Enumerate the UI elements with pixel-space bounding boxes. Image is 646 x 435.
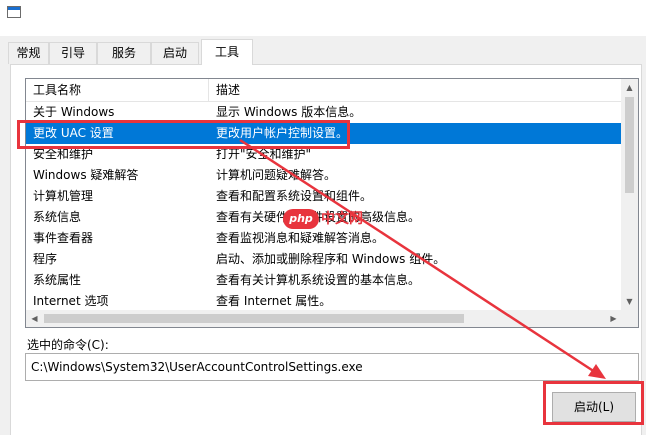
tool-name: 更改 UAC 设置 xyxy=(33,126,114,140)
title-bar xyxy=(0,0,646,36)
list-rows: 关于 Windows 显示 Windows 版本信息。 更改 UAC 设置 更改… xyxy=(26,102,622,312)
tab-tools[interactable]: 工具 xyxy=(201,39,253,65)
watermark-text: 中文网 xyxy=(321,211,363,227)
list-item[interactable]: 事件查看器 查看监视消息和疑难解答消息。 xyxy=(26,228,622,249)
column-header-description[interactable]: 描述 xyxy=(209,79,622,101)
tool-description: 查看监视消息和疑难解答消息。 xyxy=(216,231,385,245)
tab-boot[interactable]: 引导 xyxy=(49,42,97,64)
tool-description: 更改用户帐户控制设置。 xyxy=(216,126,349,140)
list-item[interactable]: 安全和维护 打开"安全和维护" xyxy=(26,144,622,165)
selected-command-field[interactable]: C:\Windows\System32\UserAccountControlSe… xyxy=(25,353,639,381)
tab-startup[interactable]: 启动 xyxy=(151,42,199,64)
tool-name: 关于 Windows xyxy=(33,105,115,119)
scrollbar-corner xyxy=(621,310,638,327)
tool-name: 计算机管理 xyxy=(33,189,94,203)
scroll-right-icon[interactable]: ▶ xyxy=(605,310,622,327)
tool-name: 事件查看器 xyxy=(33,231,94,245)
tool-description: 查看和配置系统设置和组件。 xyxy=(216,189,373,203)
tool-name: 系统属性 xyxy=(33,273,82,287)
tool-name: 系统信息 xyxy=(33,210,82,224)
list-item[interactable]: 系统属性 查看有关计算机系统设置的基本信息。 xyxy=(26,270,622,291)
tool-description: 启动、添加或删除程序和 Windows 组件。 xyxy=(216,252,446,266)
horizontal-scroll-thumb[interactable] xyxy=(44,314,464,323)
tool-description: 查看 Internet 属性。 xyxy=(216,294,332,308)
tool-description: 查看有关硬件和软件设置的高级信息。 xyxy=(216,207,616,228)
selected-command-label: 选中的命令(C): xyxy=(27,338,109,352)
tab-general[interactable]: 常规 xyxy=(8,42,49,64)
launch-button[interactable]: 启动(L) xyxy=(552,392,636,422)
horizontal-scrollbar[interactable]: ◀ ▶ xyxy=(26,310,622,327)
tool-description: 显示 Windows 版本信息。 xyxy=(216,105,362,119)
list-item[interactable]: 计算机管理 查看和配置系统设置和组件。 xyxy=(26,186,622,207)
list-item[interactable]: Windows 疑难解答 计算机问题疑难解答。 xyxy=(26,165,622,186)
tools-list[interactable]: 工具名称 描述 关于 Windows 显示 Windows 版本信息。 更改 U… xyxy=(25,78,639,328)
list-item-selected[interactable]: 更改 UAC 设置 更改用户帐户控制设置。 xyxy=(26,123,622,144)
scroll-down-icon[interactable]: ▼ xyxy=(621,293,638,310)
vertical-scrollbar[interactable]: ▲ ▼ xyxy=(621,79,638,310)
tool-description: 查看有关计算机系统设置的基本信息。 xyxy=(216,273,421,287)
list-item[interactable]: Internet 选项 查看 Internet 属性。 xyxy=(26,291,622,312)
tool-name: Windows 疑难解答 xyxy=(33,168,139,182)
vertical-scroll-thumb[interactable] xyxy=(625,97,634,193)
tool-name: 安全和维护 xyxy=(33,147,94,161)
tool-description: 打开"安全和维护" xyxy=(216,147,312,161)
list-header: 工具名称 描述 xyxy=(26,79,622,102)
list-item[interactable]: 关于 Windows 显示 Windows 版本信息。 xyxy=(26,102,622,123)
list-item[interactable]: 程序 启动、添加或删除程序和 Windows 组件。 xyxy=(26,249,622,270)
scroll-up-icon[interactable]: ▲ xyxy=(621,79,638,96)
tool-description: 计算机问题疑难解答。 xyxy=(216,168,337,182)
tool-name: 程序 xyxy=(33,252,58,266)
tab-services[interactable]: 服务 xyxy=(97,42,151,64)
app-window-icon xyxy=(7,6,21,18)
tool-name: Internet 选项 xyxy=(33,294,109,308)
scroll-left-icon[interactable]: ◀ xyxy=(26,310,43,327)
column-header-tool-name[interactable]: 工具名称 xyxy=(26,79,209,101)
watermark-logo: php xyxy=(283,209,319,229)
